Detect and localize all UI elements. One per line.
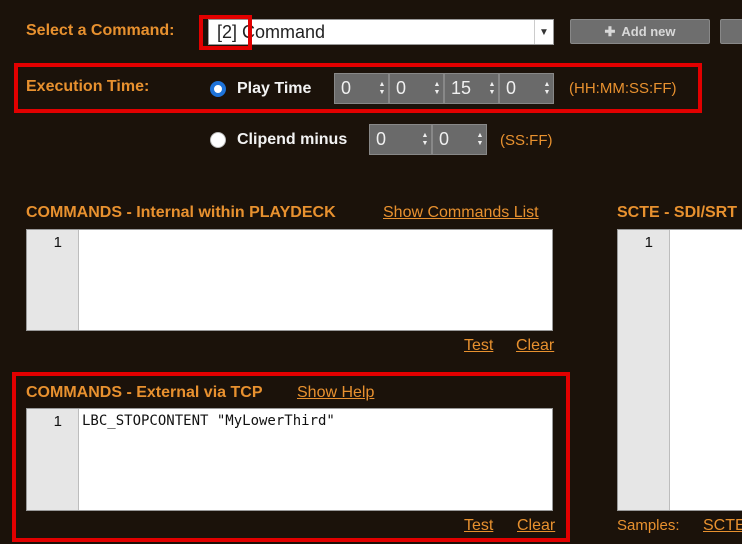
commands-external-code[interactable]: LBC_STOPCONTENT "MyLowerThird" bbox=[79, 409, 552, 510]
line-number-gutter: 1 bbox=[27, 230, 79, 330]
command-select[interactable]: [2] Command ▼ bbox=[208, 19, 554, 45]
clipend-seconds-value: 0 bbox=[376, 129, 387, 149]
stepper-arrows-icon[interactable]: ▲ ▼ bbox=[541, 81, 553, 97]
play-time-seconds-stepper[interactable]: 15 ▲ ▼ bbox=[444, 73, 499, 104]
add-new-button[interactable]: ✚ Add new bbox=[570, 19, 710, 44]
clipend-frames-value: 0 bbox=[439, 129, 450, 149]
scte-samples-link[interactable]: SCTE bbox=[703, 517, 742, 535]
commands-internal-editor[interactable]: 1 bbox=[26, 229, 553, 331]
play-time-minutes-stepper[interactable]: 0 ▲ ▼ bbox=[389, 73, 444, 104]
commands-internal-title: COMMANDS - Internal within PLAYDECK bbox=[26, 204, 336, 221]
line-number-gutter: 1 bbox=[27, 409, 79, 510]
play-time-frames-value: 0 bbox=[506, 78, 517, 98]
stepper-arrows-icon[interactable]: ▲ ▼ bbox=[419, 132, 431, 148]
external-test-link[interactable]: Test bbox=[464, 517, 493, 535]
scte-code[interactable] bbox=[670, 230, 742, 510]
internal-test-link[interactable]: Test bbox=[464, 337, 493, 355]
plus-icon: ✚ bbox=[604, 23, 616, 39]
scte-editor[interactable]: 1 bbox=[617, 229, 742, 511]
execution-time-label: Execution Time: bbox=[26, 78, 150, 95]
commands-internal-code[interactable] bbox=[79, 230, 552, 330]
stepper-arrows-icon[interactable]: ▲ ▼ bbox=[474, 132, 486, 148]
select-command-label: Select a Command: bbox=[26, 22, 175, 39]
clipend-format-hint: (SS:FF) bbox=[500, 132, 553, 149]
scte-title: SCTE - SDI/SRT bbox=[617, 204, 738, 221]
play-time-seconds-value: 15 bbox=[451, 78, 472, 98]
clipend-radio[interactable] bbox=[210, 132, 226, 148]
stepper-arrows-icon[interactable]: ▲ ▼ bbox=[431, 81, 443, 97]
play-time-radio[interactable] bbox=[210, 81, 226, 97]
show-commands-list-link[interactable]: Show Commands List bbox=[383, 204, 539, 222]
stepper-arrows-icon[interactable]: ▲ ▼ bbox=[486, 81, 498, 97]
play-time-minutes-value: 0 bbox=[396, 78, 407, 98]
clipend-seconds-stepper[interactable]: 0 ▲ ▼ bbox=[369, 124, 432, 155]
clipend-frames-stepper[interactable]: 0 ▲ ▼ bbox=[432, 124, 487, 155]
line-number: 1 bbox=[53, 413, 62, 430]
clipend-label[interactable]: Clipend minus bbox=[237, 131, 347, 149]
extra-toolbar-button[interactable] bbox=[720, 19, 742, 44]
show-help-link[interactable]: Show Help bbox=[297, 384, 374, 402]
line-number: 1 bbox=[644, 234, 653, 251]
commands-external-title: COMMANDS - External via TCP bbox=[26, 384, 263, 401]
play-time-label[interactable]: Play Time bbox=[237, 80, 311, 98]
play-time-hours-stepper[interactable]: 0 ▲ ▼ bbox=[334, 73, 389, 104]
play-time-frames-stepper[interactable]: 0 ▲ ▼ bbox=[499, 73, 554, 104]
line-number: 1 bbox=[53, 234, 62, 251]
samples-label: Samples: bbox=[617, 517, 680, 534]
play-time-hours-value: 0 bbox=[341, 78, 352, 98]
line-number-gutter: 1 bbox=[618, 230, 670, 510]
add-new-label: Add new bbox=[621, 24, 676, 39]
commands-external-editor[interactable]: 1 LBC_STOPCONTENT "MyLowerThird" bbox=[26, 408, 553, 511]
stepper-arrows-icon[interactable]: ▲ ▼ bbox=[376, 81, 388, 97]
command-select-value: [2] Command bbox=[217, 21, 326, 42]
play-time-format-hint: (HH:MM:SS:FF) bbox=[569, 80, 677, 97]
internal-clear-link[interactable]: Clear bbox=[516, 337, 554, 355]
chevron-down-icon[interactable]: ▼ bbox=[534, 20, 553, 44]
external-clear-link[interactable]: Clear bbox=[517, 517, 555, 535]
